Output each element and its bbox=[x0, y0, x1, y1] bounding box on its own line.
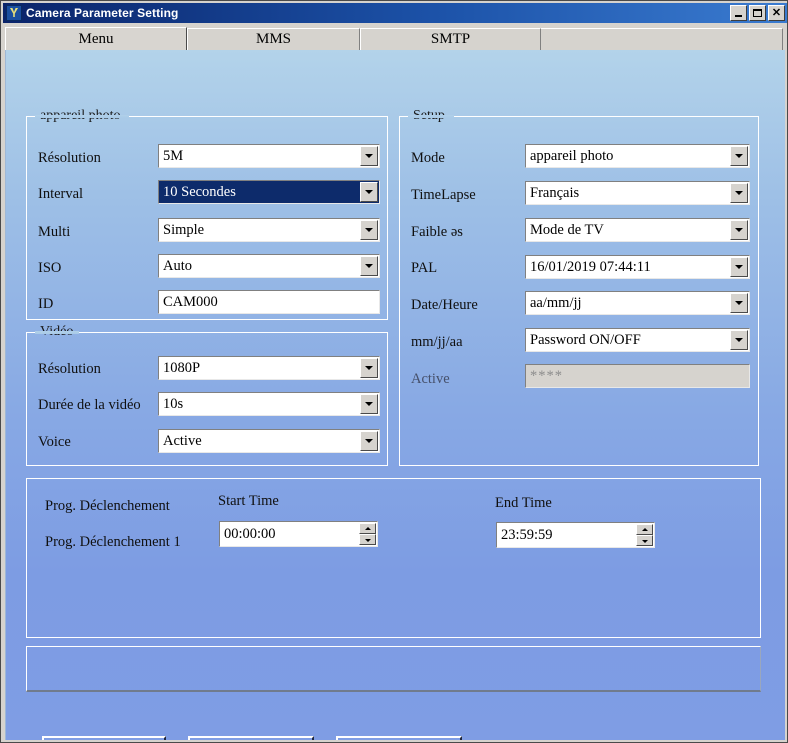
setup-timelapse-label: TimeLapse bbox=[411, 187, 476, 203]
tab-menu-label: Menu bbox=[78, 30, 114, 47]
window-title: Camera Parameter Setting bbox=[26, 6, 179, 20]
schedule-row-1-start-time-value: 00:00:00 bbox=[224, 526, 276, 542]
tab-mms-label: MMS bbox=[255, 31, 292, 47]
video-voice-value: Active bbox=[163, 433, 202, 449]
close-button[interactable]: ✕ bbox=[768, 5, 785, 21]
minimize-icon bbox=[731, 6, 746, 20]
setup-datetime-value: aa/mm/jj bbox=[530, 295, 582, 311]
setup-faible-combobox[interactable]: Mode de TV bbox=[525, 218, 750, 242]
schedule-section-label: Prog. Déclenchement bbox=[45, 498, 170, 514]
tab-smtp[interactable]: SMTP bbox=[360, 28, 541, 50]
video-resolution-combobox[interactable]: 1080P bbox=[158, 356, 380, 380]
minimize-button[interactable] bbox=[730, 5, 747, 21]
tab-smtp-label: SMTP bbox=[430, 31, 471, 47]
schedule-row-1-end-time-input[interactable]: 23:59:59 bbox=[496, 522, 655, 548]
camera-id-label: ID bbox=[38, 296, 54, 312]
chevron-down-icon[interactable] bbox=[730, 293, 748, 313]
load-button[interactable]: Load bbox=[336, 736, 462, 740]
tab-menu[interactable]: Menu bbox=[5, 27, 187, 50]
camera-resolution-label: Résolution bbox=[38, 150, 101, 166]
stepper-up-icon[interactable] bbox=[359, 523, 376, 534]
stepper-down-icon[interactable] bbox=[359, 534, 376, 545]
setup-faible-value: Mode de TV bbox=[530, 222, 604, 238]
chevron-down-icon[interactable] bbox=[360, 256, 378, 276]
video-duration-combobox[interactable]: 10s bbox=[158, 392, 380, 416]
title-bar: Camera Parameter Setting ✕ bbox=[3, 3, 787, 23]
schedule-row-1-start-time-input[interactable]: 00:00:00 bbox=[219, 521, 378, 547]
setup-timelapse-value: Français bbox=[530, 185, 580, 201]
camera-multi-label: Multi bbox=[38, 224, 71, 240]
setup-pal-combobox[interactable]: 16/01/2019 07:44:11 bbox=[525, 255, 750, 279]
setup-faible-label: Faible ǝs bbox=[411, 224, 463, 240]
maximize-icon bbox=[750, 6, 765, 20]
chevron-down-icon[interactable] bbox=[360, 146, 378, 166]
setup-password-value: Password ON/OFF bbox=[530, 332, 641, 348]
bottom-separator-panel bbox=[26, 646, 761, 692]
end-time-stepper[interactable] bbox=[636, 524, 653, 546]
camera-resolution-value: 5M bbox=[163, 148, 184, 164]
video-voice-combobox[interactable]: Active bbox=[158, 429, 380, 453]
setup-datetime-label: Date/Heure bbox=[411, 297, 478, 313]
tab-strip-filler bbox=[541, 28, 783, 50]
setup-dateformat-label: mm/jj/aa bbox=[411, 334, 463, 350]
stepper-up-icon[interactable] bbox=[636, 524, 653, 535]
setup-mode-combobox[interactable]: appareil photo bbox=[525, 144, 750, 168]
video-resolution-value: 1080P bbox=[163, 360, 201, 376]
setup-active-password-input: **** bbox=[525, 364, 750, 388]
setup-timelapse-combobox[interactable]: Français bbox=[525, 181, 750, 205]
start-time-stepper[interactable] bbox=[359, 523, 376, 545]
chevron-down-icon[interactable] bbox=[360, 358, 378, 378]
chevron-down-icon[interactable] bbox=[730, 183, 748, 203]
camera-iso-combobox[interactable]: Auto bbox=[158, 254, 380, 278]
setup-pal-value: 16/01/2019 07:44:11 bbox=[530, 259, 651, 275]
setup-password-combobox[interactable]: Password ON/OFF bbox=[525, 328, 750, 352]
save-button[interactable]: Save bbox=[42, 736, 166, 740]
camera-parameter-window: Camera Parameter Setting ✕ Menu MMS SMTP bbox=[0, 0, 788, 743]
tab-mms[interactable]: MMS bbox=[187, 28, 360, 50]
camera-iso-value: Auto bbox=[163, 258, 192, 274]
schedule-row-1-label: Prog. Déclenchement 1 bbox=[45, 534, 181, 550]
chevron-down-icon[interactable] bbox=[360, 394, 378, 414]
camera-id-input[interactable]: CAM000 bbox=[158, 290, 380, 314]
camera-id-value: CAM000 bbox=[163, 294, 218, 310]
chevron-down-icon[interactable] bbox=[730, 146, 748, 166]
maximize-button[interactable] bbox=[749, 5, 766, 21]
setup-active-value: **** bbox=[530, 368, 563, 384]
chevron-down-icon[interactable] bbox=[730, 330, 748, 350]
schedule-row-1-end-time-value: 23:59:59 bbox=[501, 527, 553, 543]
stepper-down-icon[interactable] bbox=[636, 535, 653, 546]
setup-mode-label: Mode bbox=[411, 150, 445, 166]
camera-interval-label: Interval bbox=[38, 186, 84, 202]
video-duration-label: Durée de la vidéo bbox=[38, 397, 141, 413]
menu-tab-panel: appareil photo Résolution 5M Interval 10… bbox=[5, 50, 785, 740]
setup-pal-label: PAL bbox=[411, 260, 438, 276]
tab-bar: Menu MMS SMTP bbox=[5, 27, 783, 50]
camera-iso-label: ISO bbox=[38, 260, 62, 276]
chevron-down-icon[interactable] bbox=[730, 220, 748, 240]
camera-multi-value: Simple bbox=[163, 222, 205, 238]
start-time-header: Start Time bbox=[218, 493, 279, 509]
default-button[interactable]: Défaut bbox=[188, 736, 314, 740]
setup-datetime-combobox[interactable]: aa/mm/jj bbox=[525, 291, 750, 315]
setup-active-label: Active bbox=[411, 371, 450, 387]
close-icon: ✕ bbox=[771, 6, 782, 19]
video-voice-label: Voice bbox=[38, 434, 71, 450]
chevron-down-icon[interactable] bbox=[360, 220, 378, 240]
chevron-down-icon[interactable] bbox=[360, 182, 378, 202]
video-duration-value: 10s bbox=[163, 396, 184, 412]
camera-resolution-combobox[interactable]: 5M bbox=[158, 144, 380, 168]
chevron-down-icon[interactable] bbox=[360, 431, 378, 451]
camera-interval-value: 10 Secondes bbox=[163, 184, 236, 200]
app-icon bbox=[6, 5, 22, 21]
end-time-header: End Time bbox=[495, 495, 552, 511]
chevron-down-icon[interactable] bbox=[730, 257, 748, 277]
camera-interval-combobox[interactable]: 10 Secondes bbox=[158, 180, 380, 204]
camera-multi-combobox[interactable]: Simple bbox=[158, 218, 380, 242]
window-controls: ✕ bbox=[730, 5, 785, 21]
video-resolution-label: Résolution bbox=[38, 361, 101, 377]
setup-mode-value: appareil photo bbox=[530, 148, 614, 164]
